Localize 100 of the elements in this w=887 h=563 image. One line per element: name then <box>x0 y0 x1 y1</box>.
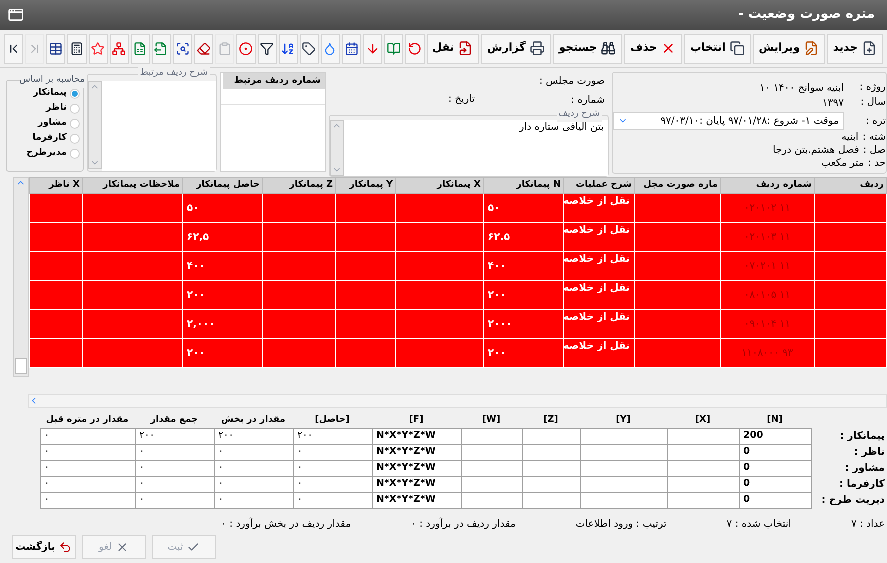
footer-button[interactable]: بازگشت <box>12 535 76 559</box>
radio-option[interactable]: مشاور <box>7 117 80 130</box>
group-legend: شرح ردیف مرتبط <box>138 67 210 80</box>
book-icon <box>386 42 401 56</box>
column-header: شماره ردیف مرتبط <box>223 73 325 89</box>
table-cell <box>667 476 739 492</box>
table-row[interactable]: ۱۱ ۰۲۰۱۰۲ نقل از خلاصه ۵۰ ۵۰ <box>30 194 886 222</box>
column-header[interactable]: Z پیمانکار <box>262 178 336 194</box>
column-header[interactable]: شماره ردیف <box>720 178 814 194</box>
column-header: مقدار در بخش <box>214 414 293 428</box>
group-legend: شرح ردیف <box>556 108 602 122</box>
toolbar-icon-button[interactable] <box>342 34 362 64</box>
toolbar-icon-button[interactable] <box>300 34 319 64</box>
table-cell: ۲۰۰ <box>214 428 293 444</box>
toolbar-icon-button[interactable] <box>173 34 192 64</box>
table-cell: N*X*Y*Z*W <box>372 460 461 476</box>
table-cell: ۰ <box>214 476 293 492</box>
column-header[interactable]: ملاحظات پیمانکار <box>82 178 182 194</box>
table-cell: ۰ <box>293 460 372 476</box>
field-value: ۱۳۹۷ <box>822 96 844 110</box>
table-cell: 0 <box>739 476 811 492</box>
status-text: انتخاب شده : ۷ <box>726 518 792 532</box>
column-header: [Y] <box>580 414 667 428</box>
table-cell: 0 <box>739 460 811 476</box>
toolbar-button[interactable]: انتخاب <box>684 34 751 64</box>
scrollbar[interactable] <box>13 177 29 377</box>
table-cell <box>461 492 522 508</box>
column-header[interactable]: ردیف <box>814 178 886 194</box>
column-header[interactable]: X ناظر <box>30 178 82 194</box>
table-cell: ۰ <box>135 492 214 508</box>
column-header: [W] <box>461 414 522 428</box>
table-cell <box>522 492 580 508</box>
table-cell <box>461 460 522 476</box>
radio-option[interactable]: پیمانکار <box>7 87 80 100</box>
status-text: ترتیب : ورود اطلاعات <box>576 518 667 532</box>
table-cell: ۰ <box>293 444 372 460</box>
column-header[interactable]: ماره صورت مجل <box>634 178 720 194</box>
radio-option[interactable]: کارفرما <box>7 132 80 145</box>
toolbar-button[interactable]: حذف <box>624 34 682 64</box>
hierarchy-icon <box>112 42 126 56</box>
toolbar-icon-button[interactable] <box>194 34 214 64</box>
column-header: [F] <box>372 414 461 428</box>
column-header[interactable]: شرح عملیات <box>564 178 634 194</box>
tag-icon <box>302 42 316 56</box>
toolbar-icon-button[interactable] <box>46 34 66 64</box>
table-cell <box>667 460 739 476</box>
scrollbar[interactable] <box>330 120 344 176</box>
group-legend: محاسبه بر اساس <box>20 74 85 88</box>
status-text: مقدار ردیف در بخش برآورد : ۰ <box>221 516 352 532</box>
table-cell: ۰ <box>135 444 214 460</box>
toolbar-button[interactable]: گزارش <box>481 34 551 64</box>
toolbar-icon-button[interactable] <box>4 34 24 64</box>
radio-button[interactable] <box>70 104 80 114</box>
column-header[interactable]: X پیمانکار <box>396 178 484 194</box>
close-icon <box>116 540 130 554</box>
toolbar-icon-button[interactable] <box>278 34 298 64</box>
table-cell: نقل از خلاصه <box>564 338 634 368</box>
status-text: مقدار ردیف در برآورد : ۰ <box>411 516 516 532</box>
table-row[interactable]: ۹۳ ۱۱۰۸۰۰۰ نقل از خلاصه ۲۰۰ ۲۰۰ <box>30 338 886 368</box>
printer-icon <box>530 41 545 56</box>
export-icon <box>154 42 168 56</box>
radio-button[interactable] <box>70 134 80 144</box>
toolbar-icon-button[interactable] <box>258 34 277 64</box>
sort-icon <box>281 42 296 56</box>
toolbar-button[interactable]: جدید <box>827 34 883 64</box>
radio-button[interactable] <box>70 148 80 158</box>
toolbar-button[interactable]: جستجو <box>552 34 622 64</box>
row-label: پیمانکار : <box>811 428 887 444</box>
table-row[interactable]: ۱۱ ۰۲۰۱۰۳ نقل از خلاصه ۶۲.۵ ۶۲,۵ <box>30 222 886 252</box>
related-description-field[interactable] <box>102 81 216 171</box>
column-header: [N] <box>739 414 811 428</box>
measure-dropdown[interactable]: موقت ۱- شروع :۹۷/۰۱/۲۸ پایان :۹۷/۰۳/۱۰ <box>613 112 844 130</box>
column-header[interactable]: N پیمانکار <box>484 178 564 194</box>
column-header[interactable]: Y پیمانکار <box>336 178 396 194</box>
table-cell: ۲۰۰ <box>182 338 262 368</box>
horizontal-scrollbar[interactable] <box>28 394 887 408</box>
column-header: [Z] <box>522 414 580 428</box>
radio-button[interactable] <box>70 118 80 128</box>
table-cell: ۰ <box>214 492 293 508</box>
radio-option[interactable]: مدیرطرح <box>7 147 80 160</box>
scrollbar[interactable] <box>88 81 102 169</box>
target-icon <box>238 42 253 56</box>
table-row[interactable]: ۱۱ ۰۸۰۱۰۵ نقل از خلاصه ۲۰۰ ۲۰۰ <box>30 280 886 310</box>
table-row[interactable]: ۱۱ ۰۹۰۱۰۴ نقل از خلاصه ۲۰۰۰ ۲,۰۰۰ <box>30 310 886 338</box>
refresh-icon <box>408 42 422 56</box>
undo-icon <box>59 540 72 554</box>
calculator-icon <box>70 42 84 56</box>
table-row[interactable]: ۱۱ ۰۷۰۲۰۱ نقل از خلاصه ۴۰۰ ۴۰۰ <box>30 252 886 280</box>
column-header[interactable]: حاصل پیمانکار <box>182 178 262 194</box>
spreadsheet-icon <box>133 42 148 56</box>
scroll-thumb[interactable] <box>15 358 27 374</box>
description-field[interactable]: بتن الیافی ستاره دار <box>344 120 608 176</box>
toolbar-button[interactable]: ویرایش <box>752 34 826 64</box>
radio-button[interactable] <box>70 88 80 98</box>
row-label: مشاور : <box>811 460 887 476</box>
field-value: متر مکعب <box>821 158 864 170</box>
pages-icon <box>730 41 745 56</box>
toolbar-icon-button[interactable] <box>67 34 87 64</box>
radio-option[interactable]: ناظر <box>7 102 80 115</box>
toolbar-button[interactable]: نقل <box>426 34 480 64</box>
